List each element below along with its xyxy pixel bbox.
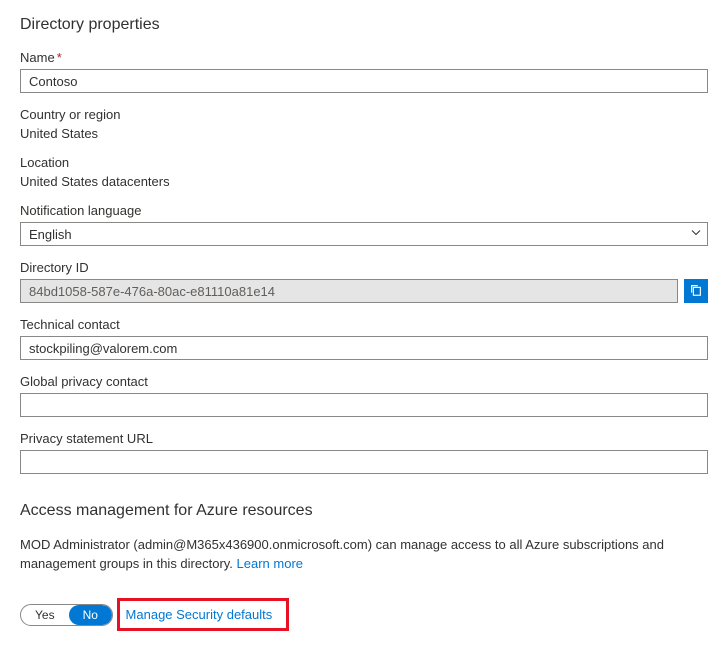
manage-security-highlight-box: Manage Security defaults xyxy=(117,598,290,631)
name-field-group: Name* xyxy=(20,50,708,93)
directory-id-input[interactable] xyxy=(20,279,678,303)
technical-contact-input[interactable] xyxy=(20,336,708,360)
directory-properties-header: Directory properties xyxy=(20,16,708,34)
toggle-yes-option[interactable]: Yes xyxy=(21,605,69,625)
copy-icon xyxy=(689,283,703,300)
access-management-description: MOD Administrator (admin@M365x436900.onm… xyxy=(20,536,708,574)
access-management-header: Access management for Azure resources xyxy=(20,502,708,520)
notification-language-value: English xyxy=(29,227,72,242)
access-description-text: MOD Administrator (admin@M365x436900.onm… xyxy=(20,537,664,571)
directory-id-label: Directory ID xyxy=(20,260,708,275)
learn-more-link[interactable]: Learn more xyxy=(237,556,303,571)
global-privacy-contact-input[interactable] xyxy=(20,393,708,417)
name-label-text: Name xyxy=(20,50,55,65)
directory-id-field-group: Directory ID xyxy=(20,260,708,303)
notification-language-select[interactable]: English xyxy=(20,222,708,246)
required-star-icon: * xyxy=(57,50,62,65)
country-field-group: Country or region United States xyxy=(20,107,708,141)
privacy-statement-url-label: Privacy statement URL xyxy=(20,431,708,446)
access-management-section: Access management for Azure resources MO… xyxy=(20,502,708,631)
name-label: Name* xyxy=(20,50,708,65)
location-field-group: Location United States datacenters xyxy=(20,155,708,189)
copy-button[interactable] xyxy=(684,279,708,303)
country-label: Country or region xyxy=(20,107,708,122)
name-input[interactable] xyxy=(20,69,708,93)
privacy-statement-url-field-group: Privacy statement URL xyxy=(20,431,708,474)
manage-security-defaults-link[interactable]: Manage Security defaults xyxy=(126,607,273,622)
technical-contact-field-group: Technical contact xyxy=(20,317,708,360)
privacy-statement-url-input[interactable] xyxy=(20,450,708,474)
notification-language-label: Notification language xyxy=(20,203,708,218)
technical-contact-label: Technical contact xyxy=(20,317,708,332)
country-value: United States xyxy=(20,126,708,141)
global-privacy-contact-field-group: Global privacy contact xyxy=(20,374,708,417)
location-value: United States datacenters xyxy=(20,174,708,189)
access-toggle[interactable]: Yes No xyxy=(20,604,113,626)
location-label: Location xyxy=(20,155,708,170)
notification-language-field-group: Notification language English xyxy=(20,203,708,246)
toggle-no-option[interactable]: No xyxy=(69,605,112,625)
global-privacy-contact-label: Global privacy contact xyxy=(20,374,708,389)
